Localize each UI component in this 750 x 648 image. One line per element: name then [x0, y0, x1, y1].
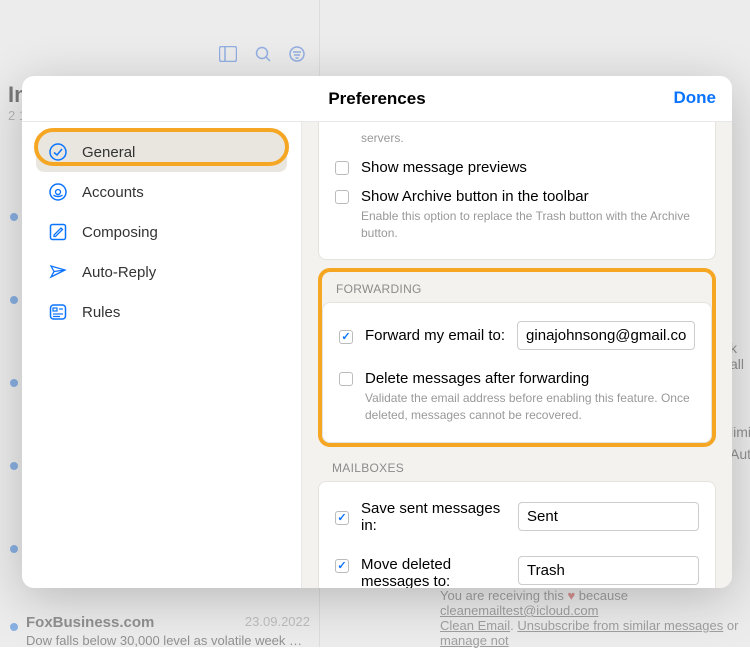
- done-button[interactable]: Done: [674, 88, 717, 108]
- general-icon: [48, 142, 68, 162]
- sidebar-item-label: Auto-Reply: [82, 264, 156, 281]
- forwarding-section-label: FORWARDING: [336, 282, 712, 296]
- mailboxes-card: Save sent messages in: Sent Move deleted…: [318, 481, 716, 588]
- modal-title: Preferences: [328, 89, 425, 109]
- preferences-modal: Preferences Done General Accounts Compo: [22, 76, 732, 588]
- servers-tail: servers.: [361, 130, 699, 147]
- checkbox-message-previews[interactable]: [335, 161, 349, 175]
- top-card: servers. Show message previews Show Arch…: [318, 122, 716, 260]
- composing-icon: [48, 222, 68, 242]
- move-deleted-select[interactable]: Trash: [518, 556, 699, 585]
- accounts-icon: [48, 182, 68, 202]
- delete-after-label: Delete messages after forwarding: [365, 370, 695, 387]
- save-sent-label: Save sent messages in:: [361, 500, 506, 534]
- checkbox-delete-after-forward[interactable]: [339, 372, 353, 386]
- sidebar-item-rules[interactable]: Rules: [36, 292, 287, 332]
- sidebar-item-autoreply[interactable]: Auto-Reply: [36, 252, 287, 292]
- checkbox-move-deleted[interactable]: [335, 559, 349, 573]
- sidebar-item-label: Accounts: [82, 184, 144, 201]
- sidebar-item-accounts[interactable]: Accounts: [36, 172, 287, 212]
- sidebar-item-label: Rules: [82, 304, 120, 321]
- checkbox-forward-email[interactable]: [339, 330, 353, 344]
- forward-email-input[interactable]: ginajohnsong@gmail.co: [517, 321, 695, 350]
- forward-label: Forward my email to:: [365, 327, 505, 344]
- forwarding-card: Forward my email to: ginajohnsong@gmail.…: [322, 302, 712, 443]
- autoreply-icon: [48, 262, 68, 282]
- sidebar-item-composing[interactable]: Composing: [36, 212, 287, 252]
- archive-sub: Enable this option to replace the Trash …: [361, 208, 699, 242]
- rules-icon: [48, 302, 68, 322]
- preferences-content: servers. Show message previews Show Arch…: [302, 122, 732, 588]
- sidebar-item-label: Composing: [82, 224, 158, 241]
- sidebar-item-label: General: [82, 144, 135, 161]
- archive-label: Show Archive button in the toolbar: [361, 188, 699, 205]
- mailboxes-section-label: MAILBOXES: [332, 461, 716, 475]
- save-sent-select[interactable]: Sent: [518, 502, 699, 531]
- sidebar-item-general[interactable]: General: [36, 132, 287, 172]
- forwarding-highlight: FORWARDING Forward my email to: ginajohn…: [318, 268, 716, 447]
- checkbox-save-sent[interactable]: [335, 511, 349, 525]
- checkbox-archive-button[interactable]: [335, 190, 349, 204]
- modal-header: Preferences Done: [22, 76, 732, 122]
- previews-label: Show message previews: [361, 159, 699, 176]
- preferences-sidebar: General Accounts Composing Auto-Reply: [22, 122, 302, 588]
- move-deleted-label: Move deleted messages to:: [361, 556, 506, 588]
- delete-after-sub: Validate the email address before enabli…: [365, 390, 695, 424]
